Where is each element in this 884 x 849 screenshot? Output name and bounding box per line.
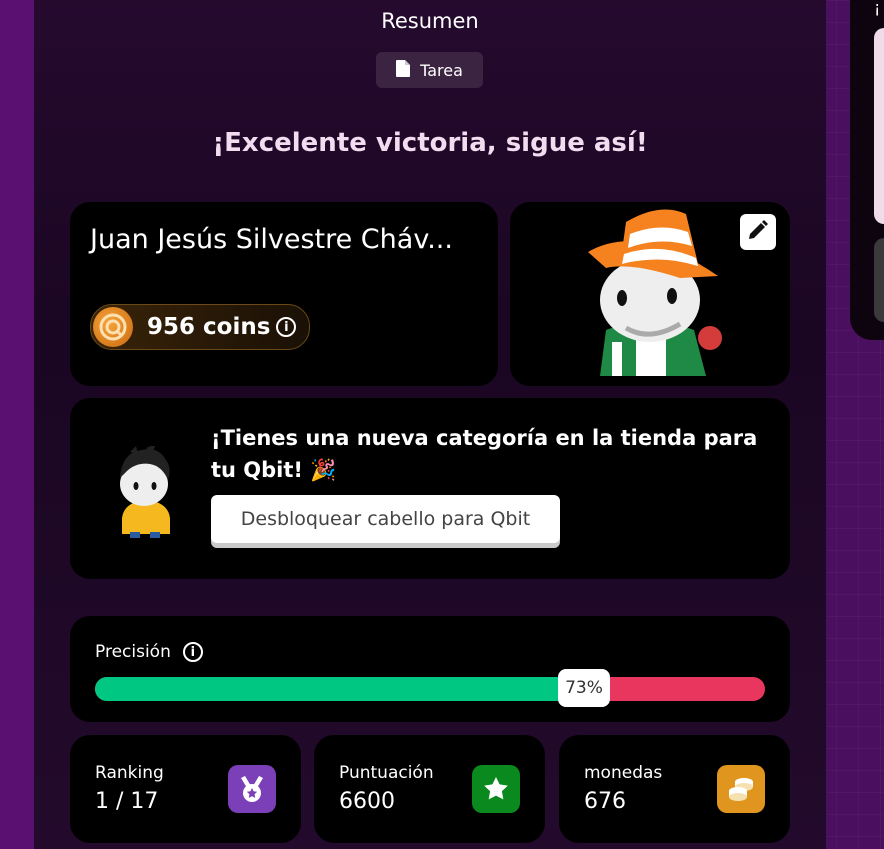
accuracy-value-badge: 73%: [558, 669, 610, 707]
assignment-tag-label: Tarea: [420, 60, 463, 80]
store-promo-card: ¡Tienes una nueva categoría en la tienda…: [70, 398, 790, 579]
accuracy-label: Precisión: [95, 642, 171, 662]
victory-headline: ¡Excelente victoria, sigue así!: [212, 128, 648, 158]
background-left: [0, 0, 34, 849]
stat-label: Ranking: [95, 763, 164, 783]
assignment-tag-button[interactable]: Tarea: [376, 52, 483, 88]
info-icon[interactable]: i: [276, 317, 297, 337]
page-title: Resumen: [381, 9, 479, 33]
stat-label: monedas: [584, 763, 663, 783]
player-card: Juan Jesús Silvestre Cháv... 956 coins i: [70, 202, 498, 386]
coins-stack-icon: [717, 765, 765, 813]
edit-avatar-button[interactable]: [740, 214, 776, 250]
side-panel-card: ¡: [850, 0, 884, 340]
side-panel-block: [874, 28, 884, 224]
accuracy-card: Precisión i 73%: [70, 616, 790, 722]
qbit-hair-illustration: [120, 446, 170, 538]
stat-card-ranking: Ranking 1 / 17: [70, 735, 301, 843]
stat-card-score: Puntuación 6600: [314, 735, 545, 843]
info-icon[interactable]: i: [182, 642, 203, 662]
stat-value: 676: [584, 789, 626, 814]
stat-value: 6600: [339, 789, 395, 814]
accuracy-bar-fill: [95, 677, 584, 701]
pencil-icon: [747, 219, 769, 245]
avatar-card: [510, 202, 790, 386]
unlock-hair-button[interactable]: Desbloquear cabello para Qbit: [211, 495, 560, 543]
star-icon: [472, 765, 520, 813]
coins-badge[interactable]: 956 coins i: [90, 304, 310, 350]
stat-value: 1 / 17: [95, 789, 159, 814]
stat-label: Puntuación: [339, 763, 434, 783]
side-panel-text: ¡: [874, 0, 881, 17]
coin-icon: [93, 307, 133, 347]
player-name: Juan Jesús Silvestre Cháv...: [90, 224, 453, 255]
accuracy-bar: [95, 677, 765, 701]
document-icon: [396, 59, 411, 81]
accuracy-header: Precisión i: [95, 642, 203, 662]
medal-icon: [228, 765, 276, 813]
coins-label: 956 coins: [147, 314, 271, 340]
promo-message: ¡Tienes una nueva categoría en la tienda…: [211, 426, 758, 482]
side-panel-block: [874, 238, 884, 322]
stat-card-coins: monedas 676: [559, 735, 790, 843]
